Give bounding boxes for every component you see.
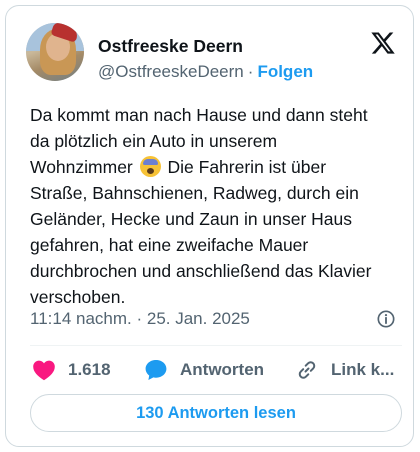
read-replies-button[interactable]: 130 Antworten lesen <box>30 394 402 432</box>
tweet-line: verschoben. <box>30 287 126 307</box>
tweet-line: Straße, Bahnschienen, Radweg, durch ein <box>30 183 359 203</box>
avatar[interactable] <box>26 23 84 81</box>
separator-dot: · <box>247 62 254 81</box>
like-button[interactable]: 1.618 <box>32 356 111 384</box>
link-label: Link k... <box>331 360 395 379</box>
x-logo-icon[interactable] <box>369 30 397 56</box>
face-screaming-in-fear-emoji <box>139 156 161 177</box>
author-name[interactable]: Ostfreeske Deern <box>98 35 243 57</box>
tweet-line-segment: Die Fahrerin ist über <box>167 157 327 177</box>
divider <box>30 345 402 346</box>
heart-icon <box>33 360 55 381</box>
tweet-line: da plötzlich ein Auto in unserem <box>30 131 278 151</box>
reply-button[interactable]: Antworten <box>144 356 264 384</box>
tweet-line: Da kommt man nach Hause und dann steht <box>30 105 368 125</box>
follow-button[interactable]: Folgen <box>257 62 313 81</box>
tweet-text: Da kommt man nach Hause und dann steht d… <box>30 102 402 310</box>
like-count: 1.618 <box>68 360 111 379</box>
author-handle[interactable]: @OstfreeskeDeern <box>98 62 244 81</box>
tweet-card: Ostfreeske Deern @OstfreeskeDeern · Folgen… <box>5 5 414 447</box>
info-icon[interactable] <box>376 309 396 329</box>
speech-bubble-icon <box>145 360 167 380</box>
action-bar: 1.618 Antworten Link k... <box>30 356 402 384</box>
reply-label: Antworten <box>180 360 265 379</box>
tweet-line: durchbrochen und anschließend das Klavie… <box>30 261 372 281</box>
tweet-line: Geländer, Hecke und Zaun in unser Haus <box>30 209 352 229</box>
tweet-line: gefahren, hat eine zweifache Mauer <box>30 235 309 255</box>
author-handle-row: @OstfreeskeDeern · Folgen <box>98 61 313 83</box>
tweet-line: Wohnzimmer Die Fahrerin ist über <box>30 154 402 180</box>
tweet-line-segment: Wohnzimmer <box>30 157 133 177</box>
copy-link-button[interactable]: Link k... <box>295 356 394 384</box>
timestamp[interactable]: 11:14 nachm. · 25. Jan. 2025 <box>30 308 250 330</box>
link-icon <box>298 361 316 379</box>
